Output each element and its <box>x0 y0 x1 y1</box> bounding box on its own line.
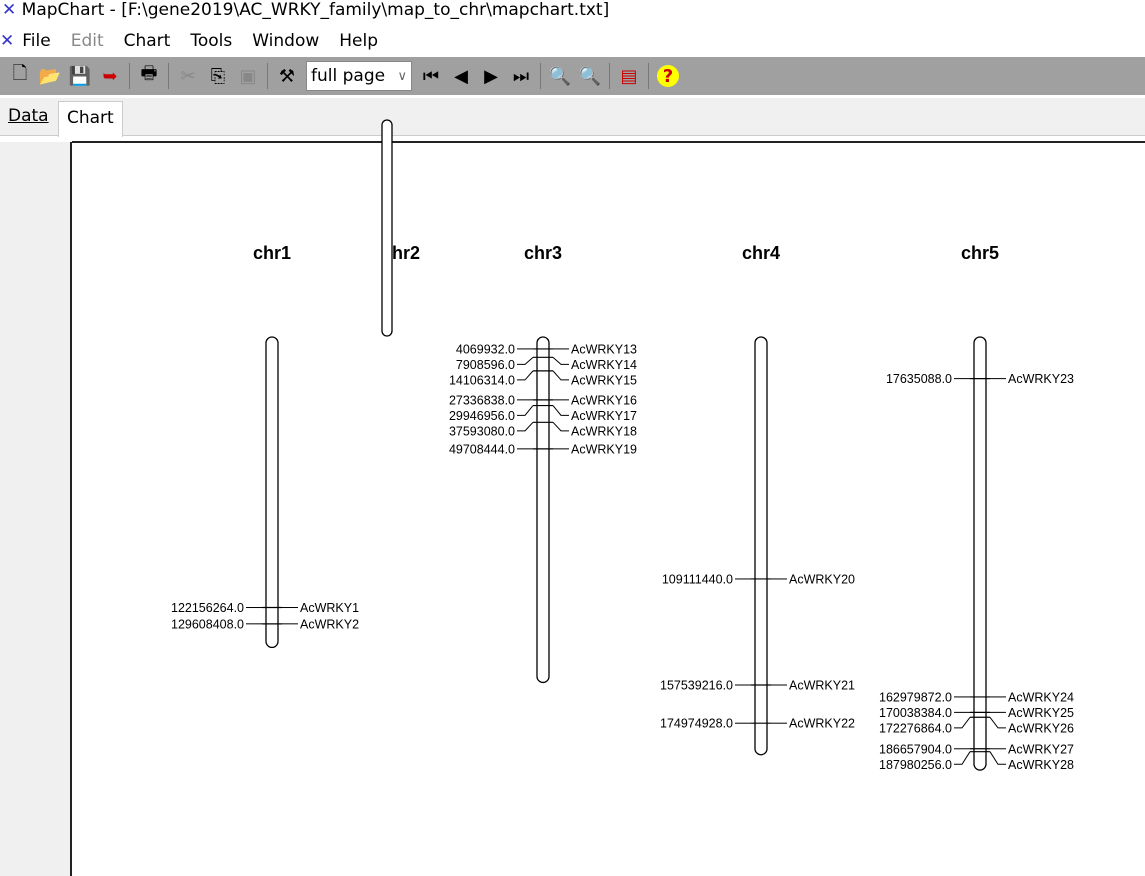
gene-connector-right <box>552 370 569 381</box>
gene-position-label: 162979872.0 <box>879 690 952 704</box>
gene-connector-left <box>954 751 971 765</box>
gene-name-label: AcWRKY27 <box>1008 742 1074 756</box>
chromosome-bar <box>973 336 987 771</box>
gene-position-label: 122156264.0 <box>171 601 244 615</box>
chromosome-chart: chr1 122156264.0 AcWRKY1 129608408.0 AcWRKY2… <box>171 119 1074 772</box>
gene-connector-left <box>517 356 534 365</box>
gene-connector-right <box>552 421 569 432</box>
gene-name-label: AcWRKY23 <box>1008 372 1074 386</box>
gene-name-label: AcWRKY24 <box>1008 690 1074 704</box>
gene-connector-right <box>552 405 569 416</box>
gene-name-label: AcWRKY2 <box>300 617 359 631</box>
gene-position-label: 174974928.0 <box>660 717 733 731</box>
chromosome-bar <box>536 336 550 684</box>
gene-name-label: AcWRKY14 <box>571 358 637 372</box>
gene-name-label: AcWRKY25 <box>1008 706 1074 720</box>
chromosome-bar <box>265 336 279 649</box>
gene-connector-left <box>954 716 971 729</box>
chromosome-title: chr3 <box>524 243 562 263</box>
gene-name-label: AcWRKY28 <box>1008 758 1074 772</box>
gene-position-label: 14106314.0 <box>449 373 515 387</box>
gene-connector-right <box>989 716 1006 729</box>
gene-position-label: 187980256.0 <box>879 758 952 772</box>
chromosome-bar <box>381 119 393 337</box>
gene-name-label: AcWRKY18 <box>571 424 637 438</box>
gene-position-label: 170038384.0 <box>879 706 952 720</box>
gene-connector-right <box>989 751 1006 765</box>
chromosome-title: chr5 <box>961 243 999 263</box>
gene-name-label: AcWRKY13 <box>571 342 637 356</box>
gene-name-label: AcWRKY21 <box>789 679 855 693</box>
chromosome-bar <box>754 336 768 756</box>
chromosome-title: chr4 <box>742 243 780 263</box>
gene-connector-left <box>517 405 534 416</box>
gene-connector-right <box>552 356 569 365</box>
gene-name-label: AcWRKY22 <box>789 717 855 731</box>
gene-position-label: 49708444.0 <box>449 442 515 456</box>
gene-name-label: AcWRKY1 <box>300 601 359 615</box>
gene-name-label: AcWRKY20 <box>789 572 855 586</box>
gene-name-label: AcWRKY15 <box>571 373 637 387</box>
gene-name-label: AcWRKY16 <box>571 393 637 407</box>
gene-position-label: 186657904.0 <box>879 742 952 756</box>
gene-position-label: 29946956.0 <box>449 409 515 423</box>
gene-position-label: 109111440.0 <box>662 572 733 586</box>
gene-name-label: AcWRKY19 <box>571 442 637 456</box>
chromosome-title: chr1 <box>253 243 291 263</box>
gene-position-label: 172276864.0 <box>879 721 952 735</box>
gene-name-label: AcWRKY17 <box>571 409 637 423</box>
gene-position-label: 7908596.0 <box>456 358 515 372</box>
gene-connector-left <box>517 421 534 432</box>
gene-name-label: AcWRKY26 <box>1008 721 1074 735</box>
gene-position-label: 157539216.0 <box>660 679 733 693</box>
gene-position-label: 129608408.0 <box>171 617 244 631</box>
gene-position-label: 37593080.0 <box>449 424 515 438</box>
gene-position-label: 17635088.0 <box>886 372 952 386</box>
gene-position-label: 4069932.0 <box>456 342 515 356</box>
gene-connector-left <box>517 370 534 381</box>
gene-position-label: 27336838.0 <box>449 393 515 407</box>
